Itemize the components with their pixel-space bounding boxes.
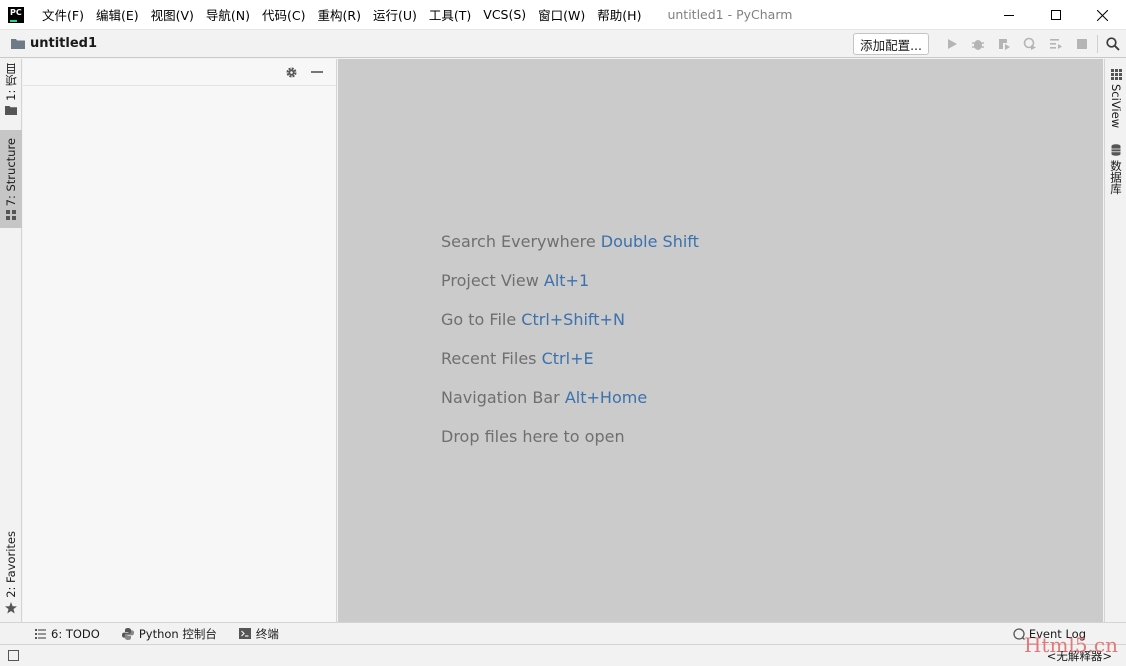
structure-tool-tab[interactable]: 7: Structure bbox=[0, 130, 22, 228]
terminal-tool-tab[interactable]: 终端 bbox=[238, 626, 279, 642]
profile-icon bbox=[1023, 37, 1036, 50]
todo-list-icon bbox=[34, 628, 46, 640]
terminal-icon bbox=[238, 628, 251, 640]
minimize-icon bbox=[1003, 15, 1014, 16]
pycharm-logo-icon: PC bbox=[8, 6, 24, 23]
python-console-tab-label: Python 控制台 bbox=[138, 626, 217, 641]
menu-navigate[interactable]: 导航(N) bbox=[200, 5, 256, 24]
concurrency-icon bbox=[1050, 39, 1062, 49]
terminal-tab-label: 终端 bbox=[255, 626, 279, 641]
hint-text: Navigation Bar bbox=[441, 388, 560, 407]
star-icon bbox=[5, 601, 17, 614]
bottom-tool-stripe: 6: TODO Python 控制台 终端 Event Log bbox=[0, 622, 1126, 644]
breadcrumb-project[interactable]: untitled1 bbox=[30, 36, 97, 51]
folder-icon bbox=[11, 39, 25, 49]
hint-text: Go to File bbox=[441, 310, 517, 329]
hint-text: Drop files here to open bbox=[441, 427, 625, 446]
todo-tool-tab[interactable]: 6: TODO bbox=[34, 627, 100, 641]
window-title: untitled1 - PyCharm bbox=[667, 7, 793, 22]
hint-search-everywhere: Search Everywhere Double Shift bbox=[441, 232, 699, 271]
menu-refactor[interactable]: 重构(R) bbox=[312, 5, 367, 24]
run-with-coverage-button[interactable] bbox=[991, 30, 1017, 58]
hint-project-view: Project View Alt+1 bbox=[441, 271, 699, 310]
project-panel bbox=[23, 59, 337, 622]
sciview-tab-label: SciView bbox=[1109, 84, 1123, 129]
sciview-tool-tab[interactable]: SciView bbox=[1105, 69, 1126, 131]
run-icon bbox=[948, 39, 957, 49]
minimize-button[interactable] bbox=[985, 0, 1032, 30]
hint-shortcut: Alt+1 bbox=[543, 271, 590, 290]
tool-windows-toggle-icon[interactable] bbox=[8, 650, 19, 661]
menu-file[interactable]: 文件(F) bbox=[36, 5, 90, 24]
right-tool-stripe: SciView 数据库 bbox=[1104, 59, 1126, 622]
favorites-tool-tab[interactable]: 2: Favorites bbox=[0, 531, 22, 615]
editor-hints: Search Everywhere Double Shift Project V… bbox=[441, 232, 699, 466]
structure-tab-label: 7: Structure bbox=[4, 138, 18, 207]
hint-shortcut: Ctrl+Shift+N bbox=[521, 310, 625, 329]
window-controls bbox=[985, 0, 1126, 30]
hint-shortcut: Alt+Home bbox=[564, 388, 648, 407]
hint-go-to-file: Go to File Ctrl+Shift+N bbox=[441, 310, 699, 349]
gear-icon bbox=[285, 66, 297, 78]
run-toolbar: 添加配置... bbox=[853, 30, 1126, 58]
title-bar: PC 文件(F) 编辑(E) 视图(V) 导航(N) 代码(C) 重构(R) 运… bbox=[0, 0, 1126, 30]
python-console-tool-tab[interactable]: Python 控制台 bbox=[121, 626, 217, 642]
hint-drop-files: Drop files here to open bbox=[441, 427, 699, 466]
maximize-button[interactable] bbox=[1032, 0, 1079, 30]
panel-hide-button[interactable] bbox=[304, 59, 330, 86]
navigation-bar: untitled1 添加配置... bbox=[0, 30, 1126, 58]
coverage-icon bbox=[999, 39, 1010, 50]
panel-settings-button[interactable] bbox=[278, 59, 304, 86]
status-bar: <无解释器> bbox=[0, 644, 1126, 666]
menu-view[interactable]: 视图(V) bbox=[145, 5, 200, 24]
menu-run[interactable]: 运行(U) bbox=[367, 5, 423, 24]
editor-empty-area[interactable]: Search Everywhere Double Shift Project V… bbox=[338, 59, 1103, 622]
maximize-icon bbox=[1050, 10, 1061, 20]
project-tab-label: 1: 项目 bbox=[4, 63, 18, 101]
todo-tab-label: 6: TODO bbox=[51, 626, 100, 641]
hint-shortcut: Ctrl+E bbox=[541, 349, 594, 368]
debug-icon bbox=[972, 40, 984, 50]
add-configuration-button[interactable]: 添加配置... bbox=[853, 33, 929, 55]
stop-icon bbox=[1077, 39, 1087, 49]
folder-icon bbox=[5, 105, 17, 115]
run-button[interactable] bbox=[939, 30, 965, 58]
stop-button[interactable] bbox=[1069, 30, 1095, 58]
site-watermark: Html5.cn bbox=[1023, 633, 1118, 657]
hint-text: Search Everywhere bbox=[441, 232, 596, 251]
menu-help[interactable]: 帮助(H) bbox=[591, 5, 647, 24]
hint-navigation-bar: Navigation Bar Alt+Home bbox=[441, 388, 699, 427]
hint-shortcut: Double Shift bbox=[600, 232, 699, 251]
project-panel-header bbox=[23, 59, 336, 86]
hint-text: Project View bbox=[441, 271, 539, 290]
menu-bar: 文件(F) 编辑(E) 视图(V) 导航(N) 代码(C) 重构(R) 运行(U… bbox=[36, 5, 647, 24]
debug-button[interactable] bbox=[965, 30, 991, 58]
minimize-icon bbox=[311, 71, 323, 73]
menu-code[interactable]: 代码(C) bbox=[256, 5, 311, 24]
close-icon bbox=[1097, 9, 1108, 21]
database-tool-tab[interactable]: 数据库 bbox=[1105, 144, 1126, 200]
profile-button[interactable] bbox=[1017, 30, 1043, 58]
close-window-button[interactable] bbox=[1079, 0, 1126, 30]
menu-vcs[interactable]: VCS(S) bbox=[477, 7, 532, 22]
menu-edit[interactable]: 编辑(E) bbox=[90, 5, 145, 24]
structure-icon bbox=[6, 210, 16, 221]
toolbar-separator bbox=[1097, 35, 1098, 53]
search-everywhere-button[interactable] bbox=[1100, 30, 1126, 58]
left-tool-stripe: 1: 项目 7: Structure 2: Favorites bbox=[0, 59, 22, 622]
search-icon bbox=[1106, 37, 1120, 51]
menu-tools[interactable]: 工具(T) bbox=[423, 5, 477, 24]
database-tab-label: 数据库 bbox=[1109, 160, 1123, 195]
sciview-icon bbox=[1110, 69, 1122, 80]
menu-window[interactable]: 窗口(W) bbox=[532, 5, 591, 24]
database-icon bbox=[1111, 144, 1121, 156]
project-tool-tab[interactable]: 1: 项目 bbox=[0, 63, 22, 125]
favorites-tab-label: 2: Favorites bbox=[4, 531, 18, 598]
python-icon bbox=[121, 627, 134, 640]
run-concurrency-button[interactable] bbox=[1043, 30, 1069, 58]
hint-text: Recent Files bbox=[441, 349, 537, 368]
logo-text: PC bbox=[10, 7, 22, 17]
hint-recent-files: Recent Files Ctrl+E bbox=[441, 349, 699, 388]
